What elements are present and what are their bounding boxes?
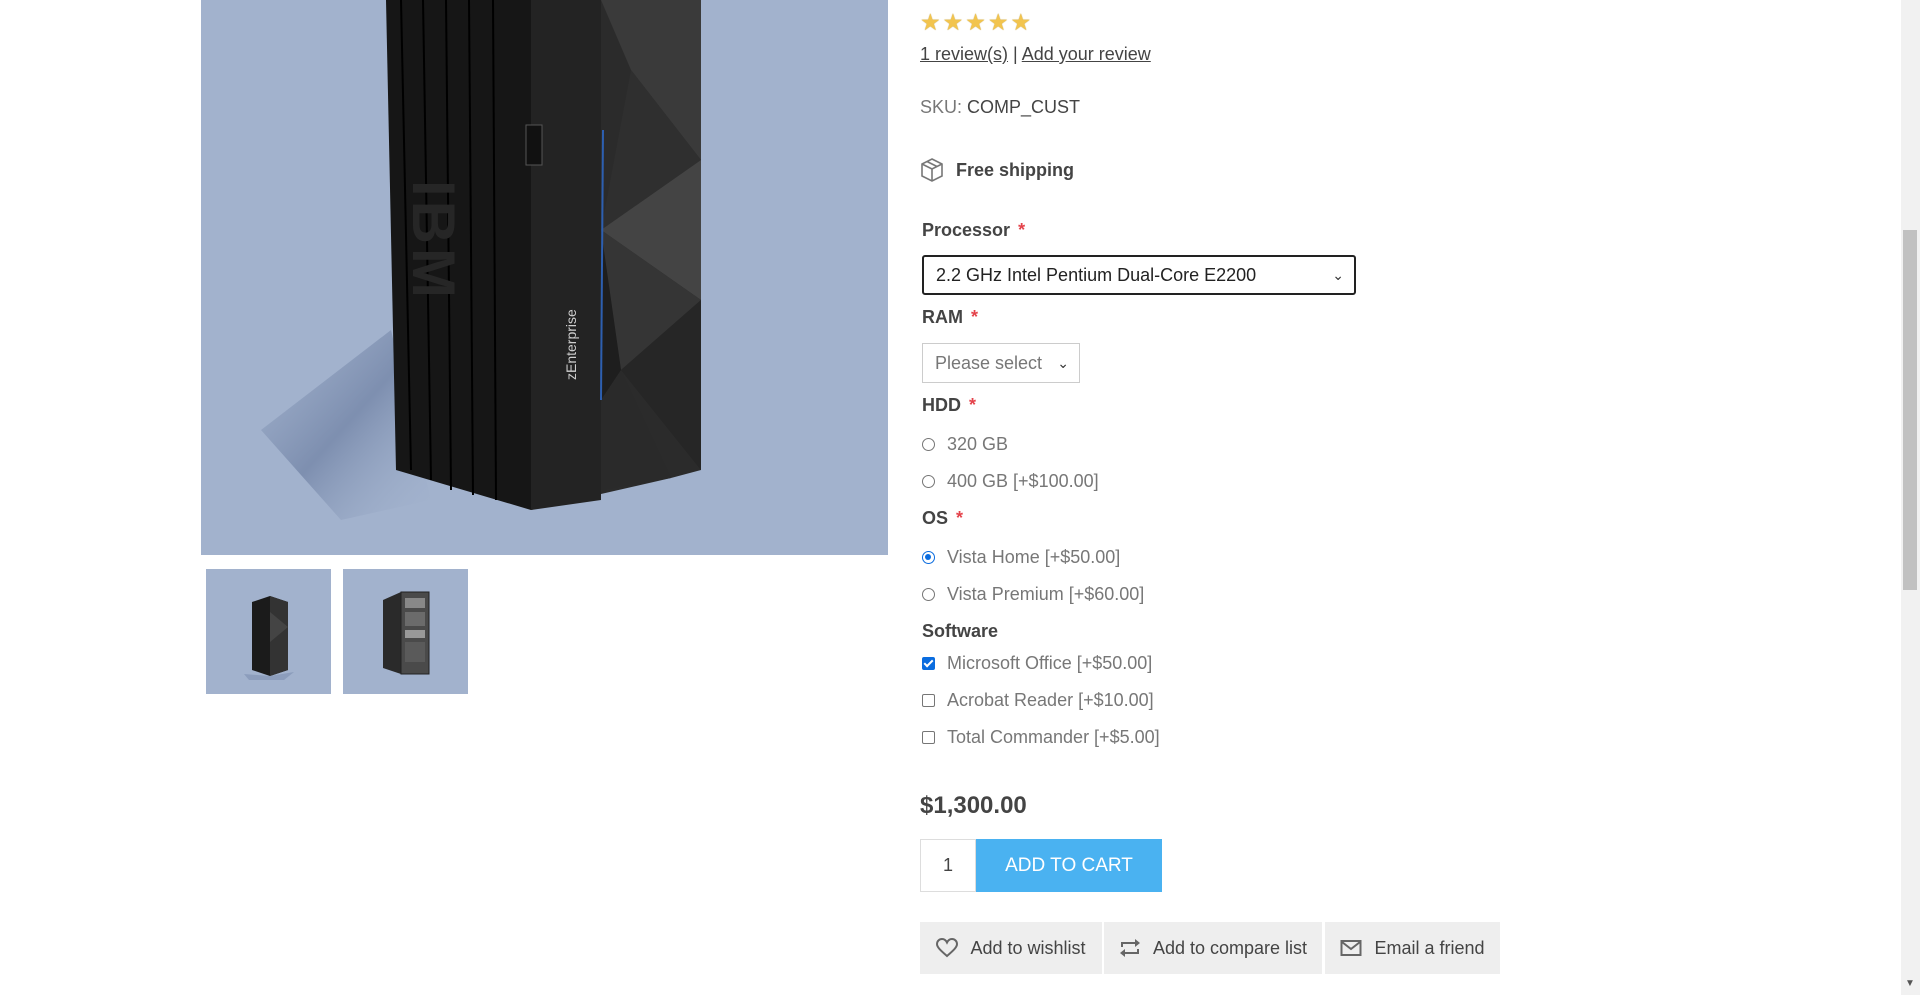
hdd-radio[interactable] (922, 438, 935, 451)
hdd-label-text: HDD (922, 395, 961, 415)
star-icon: ★ (987, 9, 1009, 35)
free-shipping-label: Free shipping (956, 159, 1075, 180)
os-label-text: OS (922, 508, 949, 528)
os-option-label: Vista Home [+$50.00] (947, 547, 1121, 567)
product-main-image[interactable]: IBM zEnterprise (201, 0, 888, 555)
hdd-option-320[interactable]: 320 GB (922, 434, 1008, 455)
chevron-down-icon: ⌄ (1332, 266, 1344, 283)
sku: SKU: COMP_CUST (920, 97, 1080, 118)
ram-selected-value: Please select (935, 352, 1043, 373)
reviews-link[interactable]: 1 review(s) (920, 44, 1008, 64)
ram-label-text: RAM (922, 307, 963, 327)
processor-label-text: Processor (922, 220, 1011, 240)
heart-icon (936, 938, 959, 958)
add-to-cart-button[interactable]: ADD TO CART (976, 839, 1162, 892)
software-checkbox[interactable] (922, 657, 935, 670)
hdd-option-400[interactable]: 400 GB [+$100.00] (922, 471, 1099, 492)
os-option-label: Vista Premium [+$60.00] (947, 584, 1145, 604)
server-open-thumbnail-image (382, 591, 429, 674)
scrollbar-thumb[interactable] (1903, 230, 1917, 590)
sku-value: COMP_CUST (967, 97, 1081, 117)
email-a-friend-button[interactable]: Email a friend (1325, 922, 1500, 974)
os-label: OS * (922, 508, 963, 529)
envelope-icon (1340, 940, 1362, 956)
sku-label: SKU: (920, 97, 963, 117)
add-to-compare-button[interactable]: Add to compare list (1104, 922, 1322, 974)
required-marker: * (971, 307, 979, 327)
software-option-label: Total Commander [+$5.00] (947, 727, 1160, 747)
hdd-radio[interactable] (922, 475, 935, 488)
product-price: $1,300.00 (920, 792, 1027, 819)
software-option-total-commander[interactable]: Total Commander [+$5.00] (922, 727, 1160, 748)
processor-selected-value: 2.2 GHz Intel Pentium Dual-Core E2200 (936, 264, 1257, 285)
star-icon: ★ (942, 9, 964, 35)
add-to-wishlist-button[interactable]: Add to wishlist (920, 922, 1102, 974)
processor-select[interactable]: 2.2 GHz Intel Pentium Dual-Core E2200 ⌄ (922, 255, 1356, 295)
review-links: 1 review(s) | Add your review (920, 44, 1151, 65)
compare-arrows-icon (1119, 939, 1140, 957)
software-option-label: Microsoft Office [+$50.00] (947, 653, 1153, 673)
quantity-input[interactable]: 1 (920, 839, 976, 892)
review-separator: | (1013, 44, 1018, 64)
zenterprise-label: zEnterprise (563, 309, 579, 380)
server-thumbnail-image (243, 595, 294, 680)
ibm-logo: IBM (400, 180, 467, 302)
software-option-ms-office[interactable]: Microsoft Office [+$50.00] (922, 653, 1152, 674)
hdd-option-label: 400 GB [+$100.00] (947, 471, 1099, 491)
software-checkbox[interactable] (922, 694, 935, 707)
software-checkbox[interactable] (922, 731, 935, 744)
free-shipping: Free shipping (920, 157, 1074, 183)
software-label: Software (922, 621, 998, 642)
rating-stars: ★ ★ ★ ★ ★ (920, 11, 1031, 34)
os-radio[interactable] (922, 551, 935, 564)
package-icon (921, 158, 943, 182)
ram-label: RAM * (922, 307, 978, 328)
software-label-text: Software (922, 621, 999, 641)
software-option-label: Acrobat Reader [+$10.00] (947, 690, 1154, 710)
email-label: Email a friend (1374, 937, 1485, 958)
ram-select[interactable]: Please select ⌄ (922, 343, 1080, 383)
chevron-down-icon: ⌄ (1057, 354, 1069, 371)
os-option-vista-home[interactable]: Vista Home [+$50.00] (922, 547, 1120, 568)
scroll-down-arrow-icon[interactable]: ▼ (1905, 978, 1915, 989)
thumbnail-open[interactable] (343, 569, 468, 694)
server-illustration: IBM zEnterprise (261, 0, 701, 520)
compare-label: Add to compare list (1152, 937, 1308, 958)
thumbnail-front[interactable] (206, 569, 331, 694)
os-radio[interactable] (922, 588, 935, 601)
star-icon: ★ (1010, 9, 1032, 35)
hdd-label: HDD * (922, 395, 976, 416)
processor-label: Processor * (922, 220, 1025, 241)
required-marker: * (956, 508, 964, 528)
os-option-vista-premium[interactable]: Vista Premium [+$60.00] (922, 584, 1144, 605)
required-marker: * (969, 395, 977, 415)
hdd-option-label: 320 GB (947, 434, 1009, 454)
add-review-link[interactable]: Add your review (1022, 44, 1151, 64)
star-icon: ★ (965, 9, 986, 35)
star-icon: ★ (920, 9, 941, 35)
required-marker: * (1018, 220, 1026, 240)
software-option-acrobat[interactable]: Acrobat Reader [+$10.00] (922, 690, 1154, 711)
wishlist-label: Add to wishlist (970, 937, 1086, 958)
